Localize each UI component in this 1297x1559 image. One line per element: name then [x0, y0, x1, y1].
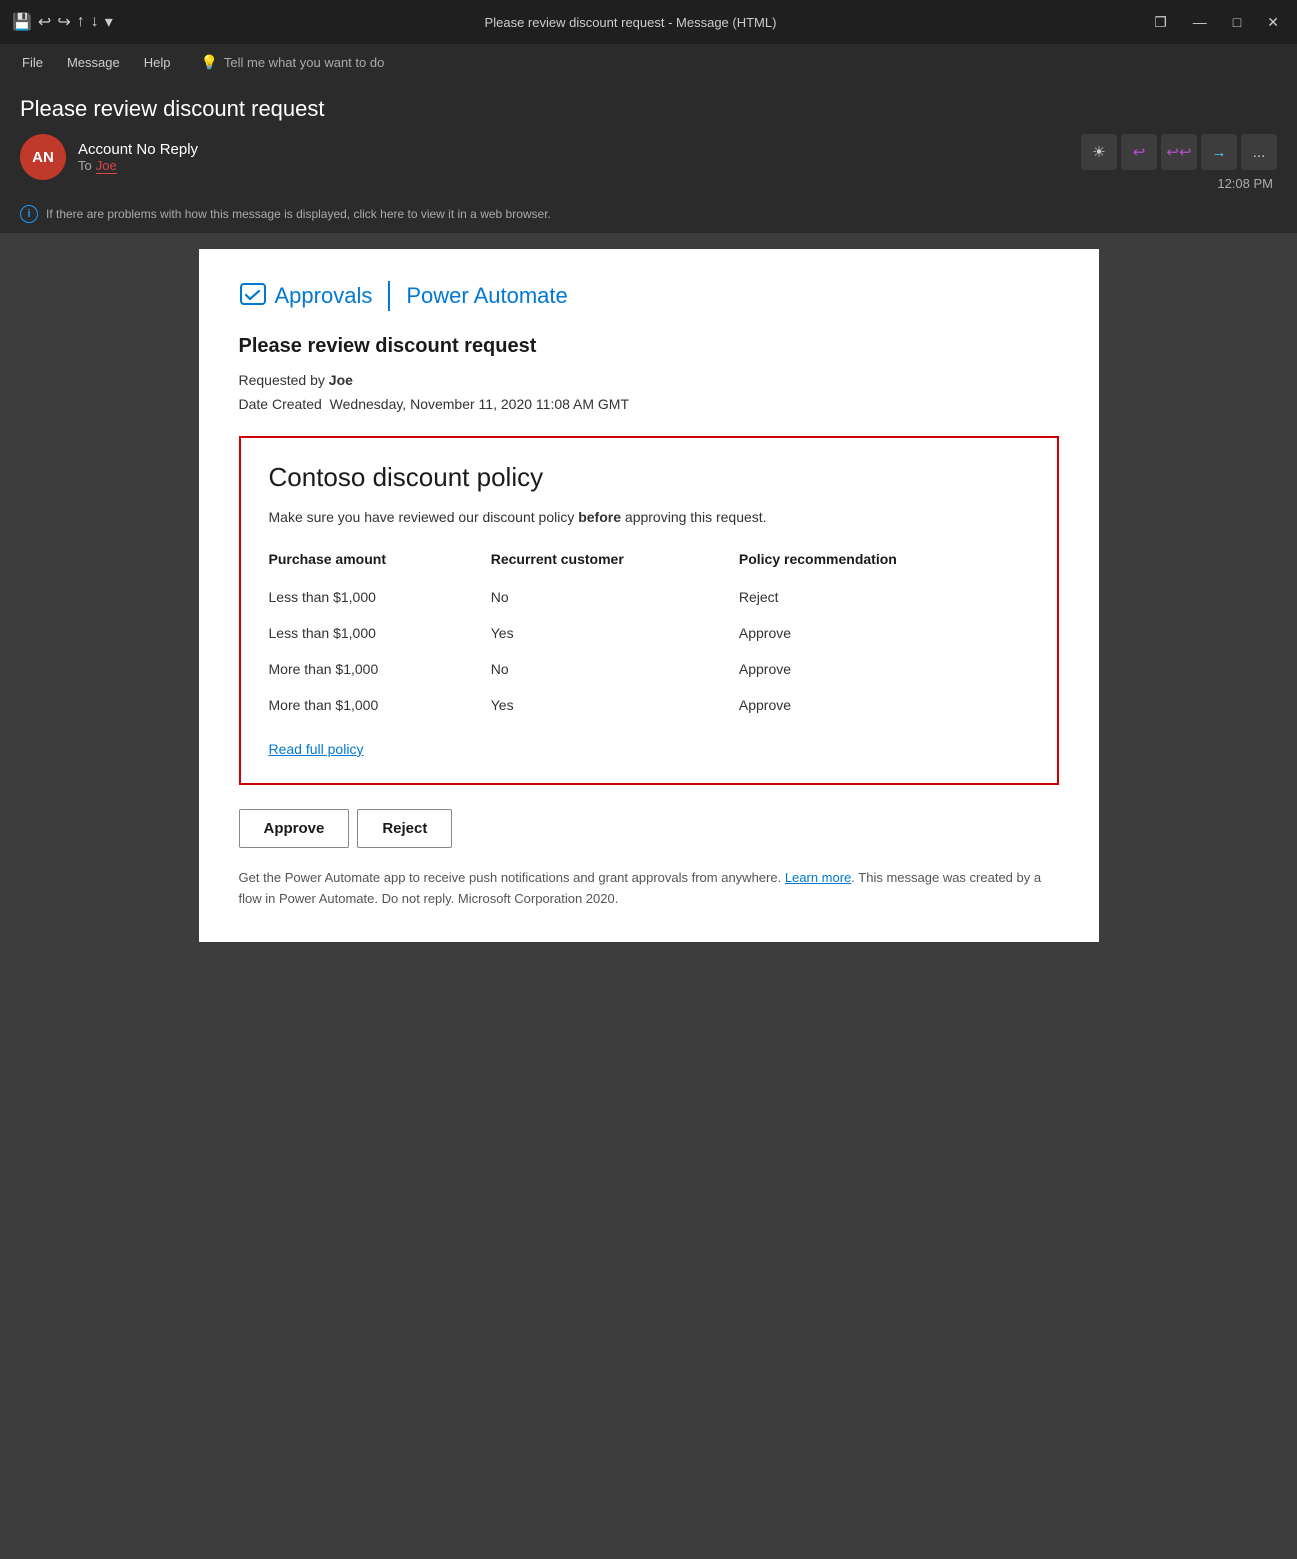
table-cell: Approve	[739, 615, 1029, 651]
title-bar-left: 💾 ↩ ↪ ↑ ↓ ▾	[12, 12, 113, 32]
search-placeholder-text: Tell me what you want to do	[224, 55, 384, 70]
approvals-header: Approvals Power Automate	[239, 281, 1059, 311]
reply-button[interactable]: ↩	[1121, 134, 1157, 170]
move-up-icon[interactable]: ↑	[77, 13, 85, 31]
table-cell: Less than $1,000	[269, 579, 491, 615]
title-bar-right: ❐ — □ ✕	[1148, 12, 1285, 33]
info-bar: i If there are problems with how this me…	[0, 199, 1297, 233]
table-row: Less than $1,000NoReject	[269, 579, 1029, 615]
redo-icon[interactable]: ↪	[57, 12, 70, 32]
table-cell: Less than $1,000	[269, 615, 491, 651]
col-header-purchase: Purchase amount	[269, 543, 491, 579]
date-created-value: Wednesday, November 11, 2020 11:08 AM GM…	[330, 396, 629, 412]
minimize-button[interactable]: —	[1187, 12, 1213, 32]
sender-row: AN Account No Reply To Joe ☀ ↩ ↩↩ → ... …	[20, 134, 1277, 191]
info-message-text: If there are problems with how this mess…	[46, 207, 551, 221]
sender-name: Account No Reply	[78, 141, 198, 158]
menu-file[interactable]: File	[12, 51, 53, 74]
menu-help[interactable]: Help	[134, 51, 181, 74]
email-content: Approvals Power Automate Please review d…	[199, 249, 1099, 942]
date-created-label: Date Created	[239, 396, 322, 412]
dropdown-icon[interactable]: ▾	[105, 12, 113, 32]
avatar: AN	[20, 134, 66, 180]
menu-message[interactable]: Message	[57, 51, 130, 74]
approvals-icon	[239, 282, 267, 310]
approvals-icon-wrap: Approvals	[239, 282, 373, 310]
search-bar[interactable]: 💡 Tell me what you want to do	[200, 54, 384, 71]
table-cell: More than $1,000	[269, 651, 491, 687]
move-down-icon[interactable]: ↓	[91, 13, 99, 31]
action-timestamp-col: ☀ ↩ ↩↩ → ... 12:08 PM	[1081, 134, 1277, 191]
email-header-area: Please review discount request AN Accoun…	[0, 80, 1297, 199]
close-button[interactable]: ✕	[1261, 12, 1285, 33]
policy-description: Make sure you have reviewed our discount…	[269, 509, 1029, 525]
approve-button[interactable]: Approve	[239, 809, 350, 848]
action-buttons: ☀ ↩ ↩↩ → ...	[1081, 134, 1277, 170]
save-icon[interactable]: 💾	[12, 12, 32, 32]
table-cell: Yes	[491, 615, 739, 651]
table-cell: More than $1,000	[269, 687, 491, 723]
more-options-button[interactable]: ...	[1241, 134, 1277, 170]
email-body-title: Please review discount request	[239, 335, 1059, 358]
menu-bar: File Message Help 💡 Tell me what you wan…	[0, 44, 1297, 80]
email-subject-title: Please review discount request	[20, 96, 1277, 122]
table-cell: Yes	[491, 687, 739, 723]
approval-action-row: Approve Reject	[239, 809, 1059, 848]
reply-all-button[interactable]: ↩↩	[1161, 134, 1197, 170]
policy-box: Contoso discount policy Make sure you ha…	[239, 436, 1059, 785]
policy-table: Purchase amount Recurrent customer Polic…	[269, 543, 1029, 723]
table-cell: Approve	[739, 651, 1029, 687]
learn-more-link[interactable]: Learn more	[785, 870, 851, 885]
footer-text: Get the Power Automate app to receive pu…	[239, 868, 1059, 910]
col-header-recurrent: Recurrent customer	[491, 543, 739, 579]
to-recipient[interactable]: Joe	[96, 158, 117, 174]
brightness-button[interactable]: ☀	[1081, 134, 1117, 170]
date-created-row: Date Created Wednesday, November 11, 202…	[239, 396, 1059, 412]
window-title: Please review discount request - Message…	[121, 15, 1140, 30]
maximize-button[interactable]: □	[1227, 12, 1247, 32]
lightbulb-icon: 💡	[200, 54, 217, 71]
sender-to-row: To Joe	[78, 158, 198, 174]
email-timestamp: 12:08 PM	[1217, 176, 1277, 191]
table-cell: Approve	[739, 687, 1029, 723]
approvals-label: Approvals	[275, 283, 373, 309]
table-cell: No	[491, 651, 739, 687]
undo-icon[interactable]: ↩	[38, 12, 51, 32]
power-automate-label: Power Automate	[406, 283, 567, 309]
brand-divider	[388, 281, 390, 311]
to-label: To	[78, 158, 92, 173]
table-row: More than $1,000NoApprove	[269, 651, 1029, 687]
restore-button[interactable]: ❐	[1148, 12, 1173, 33]
read-full-policy-link[interactable]: Read full policy	[269, 741, 364, 757]
requested-by-value: Joe	[329, 372, 353, 388]
col-header-recommendation: Policy recommendation	[739, 543, 1029, 579]
sender-left: AN Account No Reply To Joe	[20, 134, 198, 180]
email-content-wrapper: Approvals Power Automate Please review d…	[0, 233, 1297, 1559]
footer-text-start: Get the Power Automate app to receive pu…	[239, 870, 785, 885]
sender-info: Account No Reply To Joe	[78, 141, 198, 174]
policy-title: Contoso discount policy	[269, 462, 1029, 493]
table-row: Less than $1,000YesApprove	[269, 615, 1029, 651]
requested-by-label: Requested by	[239, 372, 325, 388]
reject-button[interactable]: Reject	[357, 809, 452, 848]
table-row: More than $1,000YesApprove	[269, 687, 1029, 723]
table-cell: Reject	[739, 579, 1029, 615]
table-cell: No	[491, 579, 739, 615]
forward-button[interactable]: →	[1201, 134, 1237, 170]
requested-by-row: Requested by Joe	[239, 372, 1059, 388]
info-icon: i	[20, 205, 38, 223]
email-body: Please review discount request Requested…	[239, 335, 1059, 910]
title-bar: 💾 ↩ ↪ ↑ ↓ ▾ Please review discount reque…	[0, 0, 1297, 44]
